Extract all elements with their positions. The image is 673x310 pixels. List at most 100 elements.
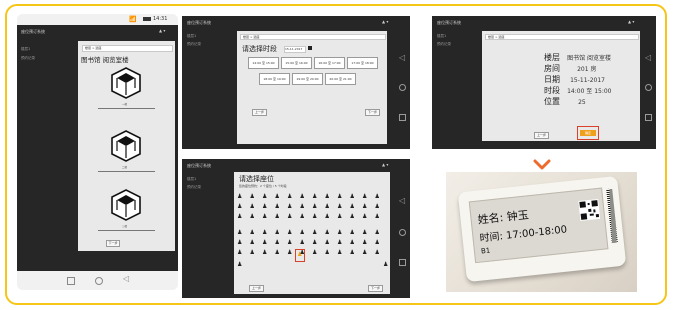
seat-icon[interactable]: ♟ — [275, 194, 280, 200]
prev-button[interactable]: 上一步 — [249, 285, 264, 292]
seat-icon[interactable]: ♟ — [312, 204, 317, 210]
seat-icon[interactable]: ♟ — [300, 204, 305, 210]
seat-icon[interactable]: ♟ — [375, 230, 380, 236]
sidebar-item-floor[interactable]: 楼层1 — [187, 177, 196, 182]
seat-icon[interactable]: ♟ — [337, 204, 342, 210]
seat-icon[interactable]: ♟ — [325, 194, 330, 200]
sidebar-item-floor[interactable]: 楼层1 — [437, 34, 446, 39]
user-menu-icon[interactable]: ▲ ▾ — [159, 28, 165, 33]
seat-icon[interactable]: ♟ — [325, 230, 330, 236]
next-button[interactable]: 下一步 — [368, 285, 383, 292]
timeslot-option[interactable]: 17:00 至 18:00 — [347, 57, 378, 69]
seat-icon[interactable]: ♟ — [250, 204, 255, 210]
back-icon[interactable]: ◁ — [645, 54, 651, 62]
back-icon[interactable]: ◁ — [123, 275, 129, 283]
seat-icon[interactable]: ♟ — [362, 230, 367, 236]
timeslot-option[interactable]: 14:00 至 15:00 — [248, 57, 279, 69]
seat-icon[interactable]: ♟ — [275, 250, 280, 256]
seat-icon[interactable]: ♟ — [250, 250, 255, 256]
recent-apps-icon[interactable] — [399, 114, 406, 121]
seat-icon[interactable]: ♟ — [287, 240, 292, 246]
seat-icon[interactable]: ♟ — [287, 204, 292, 210]
recent-apps-icon[interactable] — [645, 114, 652, 121]
seat-icon[interactable]: ♟ — [375, 194, 380, 200]
seat-icon[interactable]: ♟ — [350, 214, 355, 220]
seat-icon[interactable]: ♟ — [350, 204, 355, 210]
seat-icon[interactable]: ♟ — [362, 194, 367, 200]
seat-icon[interactable]: ♟ — [262, 250, 267, 256]
seat-icon[interactable]: ♟ — [262, 240, 267, 246]
seat-icon[interactable]: ♟ — [262, 214, 267, 220]
seat-icon[interactable]: ♟ — [325, 214, 330, 220]
seat-icon[interactable]: ♟ — [250, 214, 255, 220]
seat-icon[interactable]: ♟ — [337, 214, 342, 220]
seat-icon[interactable]: ♟ — [312, 214, 317, 220]
home-icon[interactable] — [399, 84, 406, 91]
seat-icon[interactable]: ♟ — [250, 194, 255, 200]
confirm-button[interactable]: 确定 — [580, 130, 596, 136]
seat-icon[interactable]: ♟ — [312, 250, 317, 256]
sidebar-item-records[interactable]: 预约记录 — [437, 42, 451, 47]
seat-icon[interactable]: ♟ — [287, 230, 292, 236]
seat-icon[interactable]: ♟ — [350, 230, 355, 236]
sidebar-item-records[interactable]: 预约记录 — [187, 42, 201, 47]
timeslot-option[interactable]: 20:00 至 21:00 — [325, 73, 356, 85]
seat-icon[interactable]: ♟ — [237, 230, 242, 236]
next-button[interactable]: 下一步 — [106, 240, 120, 247]
seat-icon[interactable]: ♟ — [275, 214, 280, 220]
seat-icon[interactable]: ♟ — [325, 240, 330, 246]
seat-icon[interactable]: ♟ — [250, 230, 255, 236]
seat-icon[interactable]: ♟ — [237, 194, 242, 200]
timeslot-option[interactable]: 19:00 至 20:00 — [292, 73, 323, 85]
seat-icon[interactable]: ♟ — [237, 204, 242, 210]
sidebar-item-records[interactable]: 预约记录 — [187, 185, 201, 190]
user-menu-icon[interactable]: ▲ ▾ — [628, 19, 634, 24]
prev-button[interactable]: 上一步 — [534, 132, 549, 139]
seat-icon[interactable]: ♟ — [337, 250, 342, 256]
seat-icon[interactable]: ♟ — [312, 194, 317, 200]
seat-icon[interactable]: ♟ — [362, 204, 367, 210]
seat-icon[interactable]: ♟ — [300, 214, 305, 220]
seat-icon[interactable]: ♟ — [300, 230, 305, 236]
home-icon[interactable] — [645, 84, 652, 91]
seat-icon[interactable]: ♟ — [337, 240, 342, 246]
seat-icon[interactable]: ♟ — [350, 250, 355, 256]
timeslot-option[interactable]: 16:00 至 17:00 — [314, 57, 345, 69]
home-icon[interactable] — [399, 229, 406, 236]
seat-icon[interactable]: ♟ — [275, 240, 280, 246]
seat-icon[interactable]: ♟ — [337, 230, 342, 236]
seat-icon[interactable]: ♟ — [300, 194, 305, 200]
seat-icon[interactable]: ♟ — [375, 214, 380, 220]
seat-icon[interactable]: ♟ — [237, 240, 242, 246]
next-button[interactable]: 下一步 — [365, 109, 380, 116]
seat-icon[interactable]: ♟ — [262, 204, 267, 210]
seat-icon[interactable]: ♟ — [237, 214, 242, 220]
user-menu-icon[interactable]: ▲ ▾ — [382, 162, 388, 167]
back-icon[interactable]: ◁ — [399, 197, 405, 205]
seat-icon[interactable]: ♟ — [362, 250, 367, 256]
seat-icon[interactable]: ♟ — [237, 262, 242, 268]
sidebar-item-floor[interactable]: 楼层1 — [21, 47, 30, 52]
floor-plan-1[interactable] — [110, 66, 142, 100]
seat-icon[interactable]: ♟ — [275, 204, 280, 210]
seat-icon[interactable]: ♟ — [325, 204, 330, 210]
seat-icon[interactable]: ♟ — [287, 250, 292, 256]
seat-icon[interactable]: ♟ — [325, 250, 330, 256]
seat-icon[interactable]: ♟ — [350, 194, 355, 200]
recent-apps-icon[interactable] — [399, 259, 406, 266]
seat-icon[interactable]: ♟ — [287, 214, 292, 220]
seat-icon[interactable]: ♟ — [287, 194, 292, 200]
seat-icon[interactable]: ♟ — [383, 262, 388, 268]
seat-icon[interactable]: ♟ — [262, 194, 267, 200]
seat-icon[interactable]: ♟ — [275, 230, 280, 236]
seat-icon[interactable]: ♟ — [350, 240, 355, 246]
seat-icon[interactable]: ♟ — [300, 240, 305, 246]
prev-button[interactable]: 上一步 — [252, 109, 267, 116]
seat-icon[interactable]: ♟ — [375, 240, 380, 246]
seat-icon[interactable]: ♟ — [362, 240, 367, 246]
date-field[interactable]: 15-11-2017 — [284, 46, 306, 53]
seat-icon[interactable]: ♟ — [237, 250, 242, 256]
seat-icon[interactable]: ♟ — [250, 240, 255, 246]
seat-icon[interactable]: ♟ — [375, 204, 380, 210]
timeslot-option[interactable]: 18:00 至 19:00 — [259, 73, 290, 85]
